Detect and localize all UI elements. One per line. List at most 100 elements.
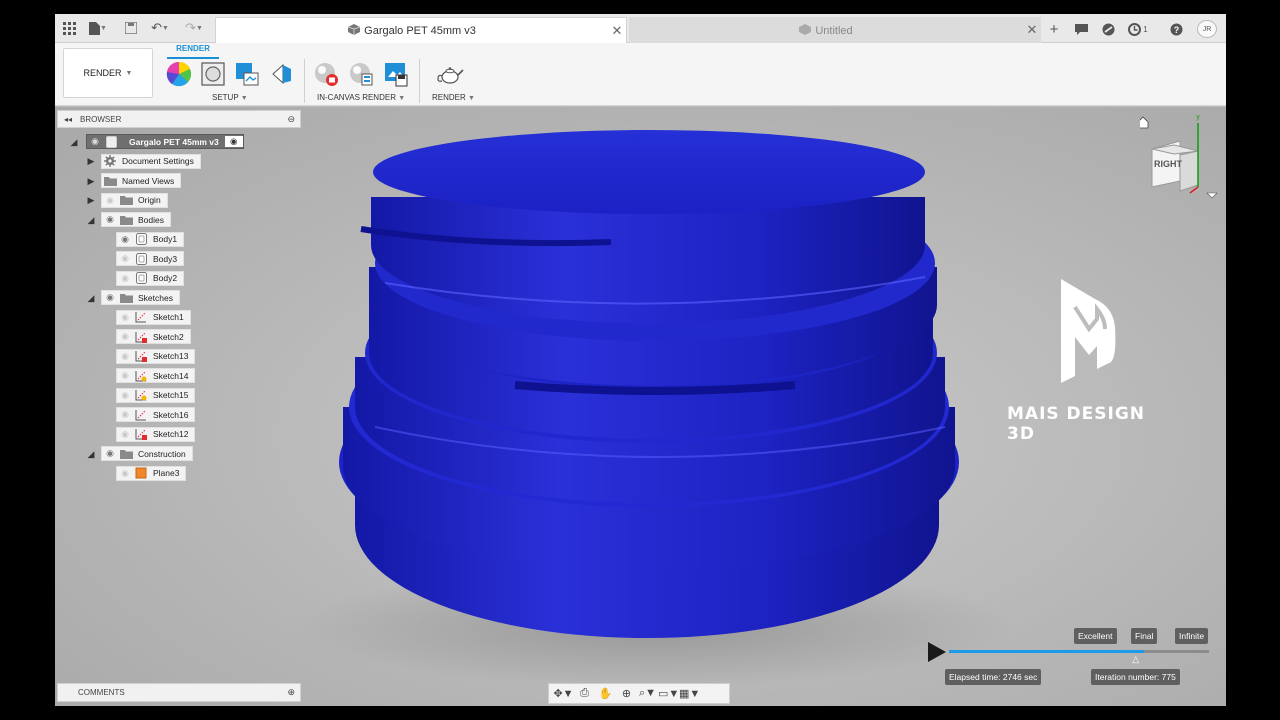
browser-item-sketch15[interactable]: ◉ Sketch15 xyxy=(116,387,196,403)
browser-item-sketch16[interactable]: ◉ Sketch16 xyxy=(116,407,196,422)
eye-icon[interactable]: ◉ xyxy=(117,253,133,264)
redo-icon[interactable]: ↷ ▼ xyxy=(181,19,207,37)
display-settings-icon[interactable]: ▭▼ xyxy=(658,687,679,700)
quality-excellent[interactable]: Excellent xyxy=(1074,628,1117,644)
tab-untitled[interactable]: Untitled ✕ xyxy=(629,17,1041,43)
sketch-warning-icon xyxy=(133,331,149,343)
grid-settings-icon[interactable]: ▦▼ xyxy=(679,687,700,700)
decal-icon[interactable] xyxy=(269,61,295,87)
browser-item-sketches[interactable]: ◉ Sketches xyxy=(101,290,180,305)
viewcube-face-label: RIGHT xyxy=(1154,159,1182,169)
browser-item-sketch13[interactable]: ◉ Sketch13 xyxy=(116,348,196,364)
expand-toggle-icon[interactable]: ▶ xyxy=(86,156,96,167)
grid-icon[interactable] xyxy=(59,19,79,37)
job-count: 1 xyxy=(1143,24,1148,34)
chat-icon[interactable] xyxy=(1072,20,1090,38)
play-render-button[interactable] xyxy=(928,642,946,662)
fusion-window: ▼ ↶ ▼ ↷ ▼ Gargalo PET 45mm v3 ✕ Untitled ✕… xyxy=(55,14,1226,706)
browser-item-label: Origin xyxy=(138,195,161,205)
browser-item-body2[interactable]: ◉ Body2 xyxy=(116,270,185,286)
expand-toggle-icon[interactable]: ◢ xyxy=(86,215,96,225)
avatar[interactable]: JR xyxy=(1197,20,1217,38)
look-at-icon[interactable]: ⎙ xyxy=(574,687,595,700)
tab-gargalo[interactable]: Gargalo PET 45mm v3 ✕ xyxy=(215,17,627,43)
eye-icon[interactable]: ◉ xyxy=(102,195,118,206)
eye-icon[interactable]: ◉ xyxy=(117,370,133,381)
browser-root-node[interactable]: ◉ Gargalo PET 45mm v3 ◉ xyxy=(86,134,244,149)
eye-icon[interactable]: ◉ xyxy=(117,429,133,440)
browser-item-body1[interactable]: ◉ Body1 xyxy=(116,231,185,247)
zoom-window-icon[interactable]: ⌕▼ xyxy=(637,687,658,700)
pan-icon[interactable]: ✋ xyxy=(595,687,616,700)
file-icon[interactable]: ▼ xyxy=(85,19,111,37)
extensions-icon[interactable] xyxy=(1099,20,1117,38)
workspace-switcher[interactable]: RENDER ▼ xyxy=(63,48,153,98)
browser-item-plane3[interactable]: ◉ Plane3 xyxy=(116,465,187,481)
zoom-icon[interactable]: ⊕ xyxy=(616,687,637,700)
browser-item-body3[interactable]: ◉ Body3 xyxy=(116,251,185,266)
quality-infinite[interactable]: Infinite xyxy=(1175,628,1209,644)
browser-item-label: Sketch14 xyxy=(153,370,189,381)
texture-map-icon[interactable] xyxy=(234,61,260,87)
new-tab-button[interactable]: + xyxy=(1045,20,1063,38)
chevron-down-icon[interactable] xyxy=(1206,192,1218,199)
home-icon[interactable] xyxy=(1137,116,1149,129)
eye-icon[interactable]: ◉ xyxy=(117,331,133,342)
browser-item-label: Sketch13 xyxy=(153,351,189,361)
help-icon[interactable]: ? xyxy=(1167,20,1185,38)
browser-item-sketch1[interactable]: ◉ Sketch1 xyxy=(116,309,191,325)
in-canvas-render-menu[interactable]: IN-CANVAS RENDER ▼ xyxy=(317,93,405,102)
in-canvas-render-icon[interactable] xyxy=(313,61,339,87)
render-teapot-icon[interactable] xyxy=(437,61,464,87)
expand-toggle-icon[interactable]: ▶ xyxy=(86,176,96,186)
eye-icon[interactable]: ◉ xyxy=(117,312,133,323)
expand-toggle-icon[interactable]: ◢ xyxy=(86,449,96,459)
quality-final[interactable]: Final xyxy=(1131,628,1158,644)
browser-item-named-views[interactable]: Named Views xyxy=(101,173,182,188)
scene-settings-icon[interactable] xyxy=(200,61,226,87)
eye-icon[interactable]: ◉ xyxy=(102,448,118,459)
save-icon[interactable] xyxy=(121,19,141,37)
close-icon[interactable]: ✕ xyxy=(608,23,626,39)
collapse-icon[interactable]: ◂◂ xyxy=(64,115,72,124)
viewcube[interactable]: y RIGHT xyxy=(1137,109,1220,209)
expand-toggle-icon[interactable]: ◢ xyxy=(69,137,79,147)
browser-item-bodies[interactable]: ◉ Bodies xyxy=(101,212,171,227)
divider xyxy=(304,59,305,103)
eye-icon[interactable]: ◉ xyxy=(117,468,133,479)
eye-icon[interactable]: ◉ xyxy=(87,136,103,147)
add-comment-icon[interactable]: ⊕ xyxy=(287,687,295,698)
browser-item-sketch14[interactable]: ◉ Sketch14 xyxy=(116,368,196,383)
browser-item-origin[interactable]: ◉ Origin xyxy=(101,192,168,208)
tab-render[interactable]: RENDER xyxy=(167,44,219,53)
browser-item-construction[interactable]: ◉ Construction xyxy=(101,446,193,461)
eye-icon[interactable]: ◉ xyxy=(117,234,133,245)
browser-item-label: Sketch2 xyxy=(153,331,184,342)
close-icon[interactable]: ✕ xyxy=(1023,22,1041,38)
eye-icon[interactable]: ◉ xyxy=(102,214,118,225)
browser-item-sketch12[interactable]: ◉ Sketch12 xyxy=(116,426,196,442)
minimize-icon[interactable]: ⊖ xyxy=(287,114,295,125)
eye-icon[interactable]: ◉ xyxy=(102,292,118,303)
orbit-icon[interactable]: ✥▼ xyxy=(553,687,574,700)
undo-icon[interactable]: ↶ ▼ xyxy=(147,19,173,37)
eye-icon[interactable]: ◉ xyxy=(117,390,133,401)
render-settings-icon[interactable] xyxy=(348,61,374,87)
browser-item-label: Construction xyxy=(138,448,186,459)
expand-toggle-icon[interactable]: ◢ xyxy=(86,293,96,303)
expand-toggle-icon[interactable]: ▶ xyxy=(86,195,96,206)
eye-icon[interactable]: ◉ xyxy=(117,409,133,420)
folder-icon xyxy=(118,448,134,460)
activate-radio-icon[interactable]: ◉ xyxy=(224,136,243,147)
render-menu[interactable]: RENDER ▼ xyxy=(432,93,475,102)
comments-panel[interactable]: COMMENTS ⊕ xyxy=(57,683,301,702)
browser-item-document-settings[interactable]: Document Settings xyxy=(101,153,201,169)
eye-icon[interactable]: ◉ xyxy=(117,351,133,362)
job-status-icon[interactable]: 1 xyxy=(1125,20,1151,38)
eye-icon[interactable]: ◉ xyxy=(117,273,133,284)
appearance-icon[interactable] xyxy=(166,61,192,87)
browser-item-sketch2[interactable]: ◉ Sketch2 xyxy=(116,329,191,344)
capture-image-icon[interactable] xyxy=(383,61,409,87)
setup-menu[interactable]: SETUP ▼ xyxy=(212,93,248,102)
toolbar-ribbon: RENDER ▼ RENDER SETUP ▼ IN-CANVAS RENDER… xyxy=(55,43,1226,106)
